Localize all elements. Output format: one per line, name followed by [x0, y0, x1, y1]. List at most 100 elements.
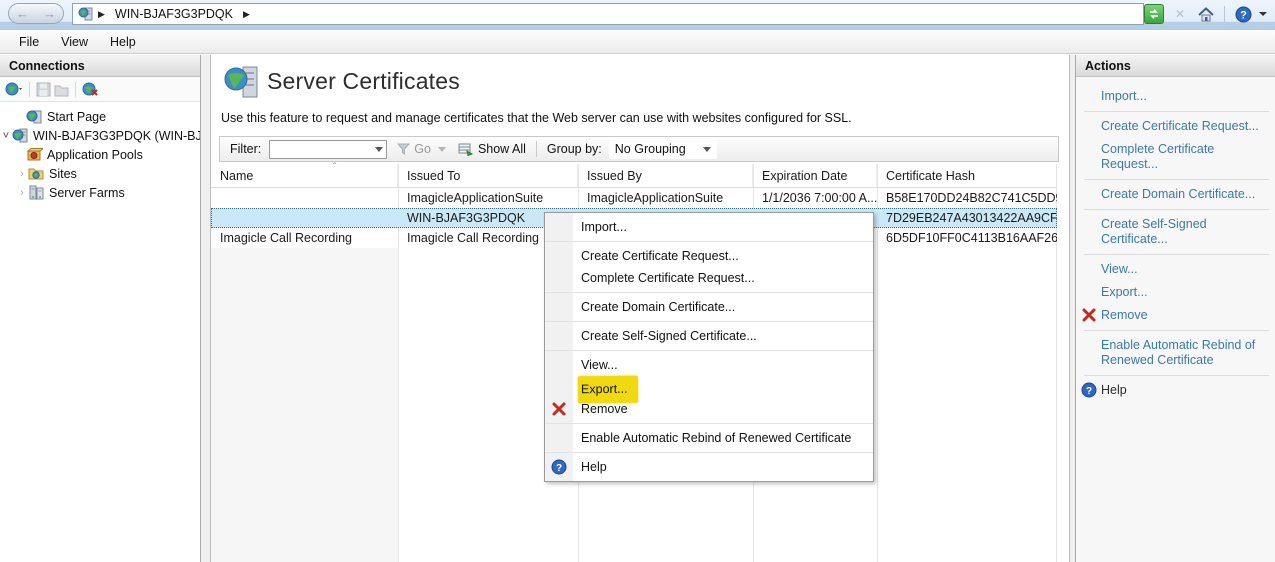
breadcrumb-arrow-icon[interactable]: ▶ [243, 9, 250, 20]
sort-ascending-icon: ˆ [333, 162, 336, 173]
svg-text:?: ? [556, 463, 562, 474]
save-disabled-icon [36, 82, 51, 97]
menu-item-export[interactable]: Export... [545, 376, 873, 398]
panel-divider[interactable] [201, 55, 210, 562]
menu-item-view[interactable]: View... [545, 354, 873, 376]
context-menu: Import... Create Certificate Request... … [544, 212, 874, 482]
back-icon[interactable]: ← [16, 7, 29, 20]
chevron-collapsed-icon[interactable]: › [16, 168, 28, 180]
tree-item-label: Start Page [47, 110, 106, 124]
connections-toolbar [0, 77, 200, 102]
application-pools-icon [26, 147, 43, 162]
chevron-down-icon [703, 147, 711, 152]
cell-issued-to: ImagicleApplicationSuite [398, 188, 578, 208]
group-by-label: Group by: [547, 142, 602, 156]
tree-item-label: Application Pools [47, 148, 143, 162]
column-header-issued-to[interactable]: Issued To [398, 164, 578, 187]
action-view[interactable]: View... [1076, 258, 1275, 281]
chevron-collapsed-icon[interactable]: › [16, 187, 28, 199]
home-icon[interactable] [1196, 4, 1216, 24]
cell-hash: 7D29EB247A43013422AA9CFD... [877, 208, 1057, 228]
action-help[interactable]: ? Help [1076, 379, 1275, 402]
action-remove[interactable]: Remove [1076, 304, 1275, 327]
connections-panel: Connections [0, 55, 201, 562]
action-create-self-signed-certificate[interactable]: Create Self-Signed Certificate... [1076, 213, 1275, 251]
server-certificates-page: Server Certificates Use this feature to … [210, 55, 1070, 562]
filter-funnel-icon [397, 143, 410, 155]
action-complete-certificate-request[interactable]: Complete Certificate Request... [1076, 138, 1275, 176]
group-by-select[interactable]: No Grouping [609, 139, 717, 159]
action-create-certificate-request[interactable]: Create Certificate Request... [1076, 115, 1275, 138]
action-import[interactable]: Import... [1076, 85, 1275, 108]
column-header-expiration-date[interactable]: Expiration Date [753, 164, 877, 187]
cell-name [211, 188, 398, 208]
action-export[interactable]: Export... [1076, 281, 1275, 304]
help-dropdown-icon[interactable] [1259, 12, 1267, 16]
menu-help[interactable]: Help [99, 32, 147, 52]
tree-item-server-farms[interactable]: › Server Farms [0, 183, 200, 202]
delete-connection-icon[interactable] [82, 81, 99, 97]
table-row[interactable]: ImagicleApplicationSuite ImagicleApplica… [211, 188, 1057, 208]
actions-separator [1084, 209, 1269, 210]
filter-label: Filter: [230, 142, 261, 156]
menu-item-enable-automatic-rebind[interactable]: Enable Automatic Rebind of Renewed Certi… [545, 427, 873, 449]
go-button: Go [397, 142, 446, 156]
actions-separator [1084, 330, 1269, 331]
toolbar-separator [75, 82, 76, 97]
help-icon[interactable]: ? [1233, 4, 1253, 24]
show-all-icon [458, 143, 473, 156]
menu-item-remove[interactable]: Remove [545, 398, 873, 420]
tree-item-application-pools[interactable]: Application Pools [0, 145, 200, 164]
action-create-domain-certificate[interactable]: Create Domain Certificate... [1076, 183, 1275, 206]
toolbar-separator [1224, 6, 1225, 22]
filter-input[interactable] [269, 140, 387, 159]
column-header-name[interactable]: Name ˆ [211, 164, 398, 187]
name-column-shade [211, 248, 398, 562]
group-by-value: No Grouping [615, 142, 686, 156]
create-connection-icon[interactable] [5, 81, 23, 97]
menu-item-complete-certificate-request[interactable]: Complete Certificate Request... [545, 267, 873, 289]
menu-file[interactable]: File [8, 32, 50, 52]
tree-item-start-page[interactable]: Start Page [0, 107, 200, 126]
column-header-certificate-hash[interactable]: Certificate Hash [877, 164, 1057, 187]
breadcrumb-server[interactable]: WIN-BJAF3G3PDQK [115, 7, 233, 21]
show-all-button[interactable]: Show All [458, 142, 526, 156]
column-header-issued-by[interactable]: Issued By [578, 164, 753, 187]
menu-separator [545, 241, 873, 242]
refresh-connection-icon[interactable] [1144, 4, 1164, 24]
tree-item-server[interactable]: ˅ WIN-BJAF3G3PDQK (WIN-BJA [0, 126, 200, 145]
server-small-icon [78, 6, 94, 22]
connections-header: Connections [0, 55, 200, 77]
action-enable-automatic-rebind[interactable]: Enable Automatic Rebind of Renewed Certi… [1076, 334, 1275, 372]
toolbar-separator [536, 141, 537, 157]
cell-expiration: 1/1/2036 7:00:00 A... [753, 188, 877, 208]
chevron-down-icon[interactable] [375, 147, 383, 152]
menu-item-create-domain-certificate[interactable]: Create Domain Certificate... [545, 296, 873, 318]
remove-x-icon [1081, 307, 1097, 323]
menu-item-create-certificate-request[interactable]: Create Certificate Request... [545, 245, 873, 267]
chevron-expanded-icon[interactable]: ˅ [0, 130, 12, 142]
address-bar[interactable]: ▶ WIN-BJAF3G3PDQK ▶ [72, 3, 1144, 25]
menu-item-create-self-signed-certificate[interactable]: Create Self-Signed Certificate... [545, 325, 873, 347]
actions-header: Actions [1076, 55, 1275, 77]
menu-separator [545, 350, 873, 351]
server-certificates-icon [223, 63, 261, 101]
server-icon [12, 128, 29, 143]
menu-separator [545, 423, 873, 424]
cell-hash: B58E170DD24B82C741C5DD9... [877, 188, 1057, 208]
menu-view[interactable]: View [50, 32, 99, 52]
actions-list: Import... Create Certificate Request... … [1076, 77, 1275, 402]
menu-item-help[interactable]: ? Help [545, 456, 873, 478]
menu-item-import[interactable]: Import... [545, 216, 873, 238]
forward-icon[interactable]: → [43, 7, 56, 20]
open-disabled-icon [54, 82, 69, 97]
cell-issued-by: ImagicleApplicationSuite [578, 188, 753, 208]
filter-toolbar: Filter: Go Show All [219, 136, 1059, 162]
workspace: Connections [0, 55, 1275, 562]
menu-separator [545, 452, 873, 453]
connections-tree: Start Page ˅ WIN-BJAF3G3PDQK (WIN-BJA [0, 102, 200, 202]
cell-hash: 6D5DF10FF0C4113B16AAF268... [877, 228, 1057, 248]
table-header: Name ˆ Issued To Issued By Expiration Da… [211, 164, 1057, 188]
tree-item-sites[interactable]: › Sites [0, 164, 200, 183]
page-description: Use this feature to request and manage c… [221, 111, 852, 125]
